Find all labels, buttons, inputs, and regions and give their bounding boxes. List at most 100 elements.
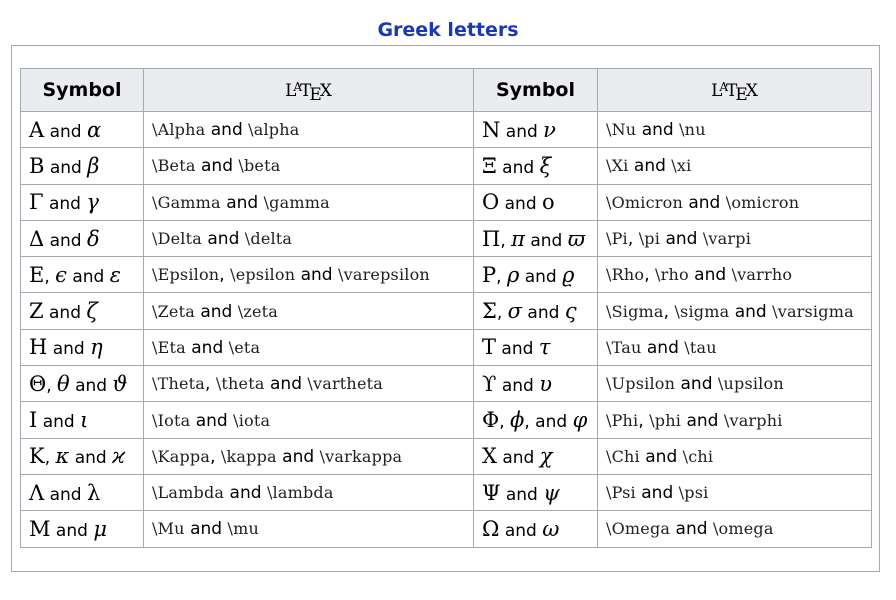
- latex-command: \Pi: [606, 229, 628, 249]
- joiner-text: and: [44, 230, 87, 251]
- greek-glyph: ϖ: [567, 226, 585, 251]
- symbol-cell: Ψ and ψ: [473, 473, 598, 512]
- greek-glyph: ι: [80, 408, 89, 433]
- table-caption: Greek letters: [377, 19, 519, 41]
- latex-command: \Theta: [152, 374, 206, 394]
- latex-command: \Chi: [606, 446, 640, 466]
- symbol-cell: Ω and ω: [473, 510, 598, 548]
- greek-glyph: α: [86, 117, 102, 142]
- greek-glyph: σ: [507, 299, 523, 324]
- symbol-cell: Κ, κ and ϰ: [20, 437, 144, 475]
- latex-command: \varpi: [702, 229, 752, 249]
- latex-cell: \Tau and \tau: [597, 328, 872, 367]
- latex-command: \chi: [682, 446, 714, 466]
- symbol-cell: Η and η: [20, 328, 144, 367]
- joiner-text: and: [496, 375, 540, 396]
- joiner-text: and: [681, 410, 724, 431]
- joiner-text: and: [276, 446, 320, 467]
- latex-header: LATEX: [143, 68, 474, 112]
- joiner-text: and: [69, 375, 113, 396]
- greek-glyph: ε: [109, 262, 121, 287]
- joiner-text: ,: [44, 266, 56, 287]
- joiner-text: ,: [46, 375, 58, 396]
- latex-logo: LATEX: [285, 80, 332, 105]
- greek-glyph: υ: [539, 371, 552, 396]
- greek-glyph: ζ: [86, 299, 98, 324]
- latex-command: \Tau: [606, 337, 642, 357]
- latex-command: \Iota: [152, 410, 191, 430]
- symbol-cell: Ε, ϵ and ε: [20, 256, 144, 294]
- symbol-cell: Σ, σ and ς: [473, 292, 598, 330]
- table-row: Γ and γ \Gamma and \gamma Ο and ο \Omicron …: [20, 183, 872, 221]
- latex-cell: \Alpha and \alpha: [143, 110, 474, 149]
- latex-command: \omicron: [725, 192, 800, 212]
- joiner-text: and: [628, 156, 672, 177]
- greek-glyph: Ε: [29, 262, 45, 287]
- greek-glyph: ξ: [539, 153, 552, 178]
- greek-glyph: Ψ: [482, 480, 501, 505]
- symbol-cell: Α and α: [20, 110, 144, 149]
- table-row: Ε, ϵ and ε \Epsilon, \epsilon and \vareps…: [20, 256, 872, 294]
- latex-cell: \Kappa, \kappa and \varkappa: [143, 437, 474, 475]
- symbol-cell: Φ, ϕ, and φ: [473, 401, 598, 439]
- joiner-text: ,: [210, 446, 221, 467]
- latex-command: \psi: [678, 483, 709, 503]
- table-row: Δ and δ \Delta and \delta Π, π and ϖ \Pi, \…: [20, 219, 872, 258]
- joiner-text: and: [682, 192, 726, 213]
- joiner-text: and: [194, 301, 238, 322]
- joiner-text: and: [37, 412, 81, 433]
- latex-cell: \Omega and \omega: [597, 510, 872, 548]
- joiner-text: and: [50, 520, 94, 541]
- joiner-text: ,: [663, 301, 675, 322]
- greek-glyph: ϕ: [510, 408, 525, 433]
- joiner-text: and: [499, 194, 543, 215]
- latex-command: \Eta: [152, 337, 186, 357]
- greek-glyph: Η: [29, 335, 48, 360]
- latex-command: \eta: [228, 337, 261, 357]
- latex-command: \Upsilon: [606, 374, 676, 394]
- latex-cell: \Gamma and \gamma: [143, 183, 474, 221]
- joiner-text: and: [43, 194, 87, 215]
- greek-glyph: ο: [542, 190, 555, 215]
- joiner-text: ,: [205, 374, 216, 395]
- symbol-cell: Τ and τ: [473, 328, 598, 367]
- latex-command: \Nu: [606, 120, 637, 140]
- joiner-text: and: [639, 446, 683, 467]
- greek-glyph: Γ: [29, 190, 44, 215]
- latex-cell: \Mu and \mu: [143, 510, 474, 548]
- latex-command: \Epsilon: [152, 265, 220, 285]
- joiner-text: and: [496, 339, 539, 360]
- latex-cell: \Iota and \iota: [143, 401, 474, 439]
- latex-cell: \Epsilon, \epsilon and \varepsilon: [143, 256, 474, 294]
- latex-command: \Omicron: [606, 192, 683, 212]
- table-row: Λ and λ \Lambda and \lambda Ψ and ψ \Psi an…: [20, 473, 872, 512]
- greek-glyph: λ: [86, 480, 101, 505]
- table-row: Β and β \Beta and \beta Ξ and ξ \Xi and \xi: [20, 147, 872, 185]
- greek-glyph: ψ: [543, 480, 560, 505]
- greek-glyph: Π: [482, 226, 501, 251]
- joiner-text: and: [500, 121, 544, 142]
- greek-glyph: Ρ: [482, 262, 497, 287]
- joiner-text: and: [44, 121, 87, 142]
- latex-command: \Sigma: [606, 301, 664, 321]
- latex-command: \omega: [712, 519, 774, 539]
- latex-cell: \Eta and \eta: [143, 328, 474, 367]
- symbol-cell: Μ and μ: [20, 510, 144, 548]
- greek-glyph: ϰ: [112, 444, 126, 469]
- joiner-text: ,: [496, 303, 508, 324]
- joiner-text: and: [220, 192, 264, 213]
- header-row: Symbol LATEX Symbol LATEX: [20, 68, 872, 112]
- joiner-text: and: [636, 120, 680, 141]
- latex-command: \varepsilon: [338, 265, 430, 285]
- symbol-cell: Β and β: [20, 147, 144, 185]
- symbol-cell: Ι and ι: [20, 401, 144, 439]
- greek-glyph: θ: [57, 371, 70, 396]
- greek-glyph: Φ: [482, 408, 500, 433]
- latex-cell: \Upsilon and \upsilon: [597, 365, 872, 403]
- symbol-cell: Ο and ο: [473, 183, 598, 221]
- greek-glyph: Ζ: [29, 299, 44, 324]
- joiner-text: and: [670, 519, 713, 540]
- latex-command: \Rho: [606, 265, 645, 285]
- latex-cell: \Theta, \theta and \vartheta: [143, 365, 474, 403]
- latex-command: \upsilon: [717, 374, 784, 394]
